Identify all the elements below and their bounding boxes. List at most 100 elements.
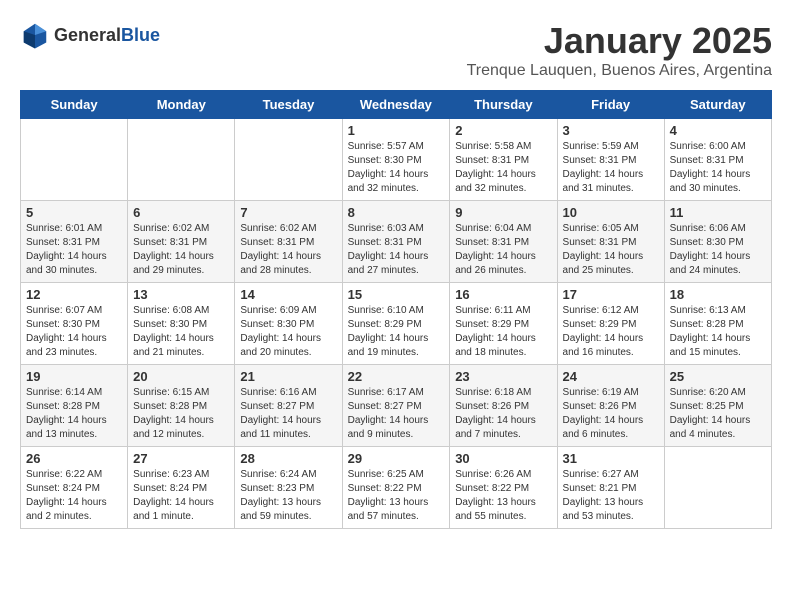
day-info: Sunrise: 6:26 AM Sunset: 8:22 PM Dayligh… xyxy=(455,468,551,524)
day-info: Sunrise: 6:04 AM Sunset: 8:31 PM Dayligh… xyxy=(455,222,551,278)
calendar-cell xyxy=(128,119,235,201)
day-info: Sunrise: 6:07 AM Sunset: 8:30 PM Dayligh… xyxy=(26,304,122,360)
calendar-cell: 3 Sunrise: 5:59 AM Sunset: 8:31 PM Daylig… xyxy=(557,119,664,201)
day-info: Sunrise: 6:17 AM Sunset: 8:27 PM Dayligh… xyxy=(348,386,445,442)
calendar-cell: 2 Sunrise: 5:58 AM Sunset: 8:31 PM Daylig… xyxy=(450,119,557,201)
calendar-cell: 29Sunrise: 6:25 AM Sunset: 8:22 PM Dayli… xyxy=(342,447,450,529)
day-info: Sunrise: 6:05 AM Sunset: 8:31 PM Dayligh… xyxy=(563,222,659,278)
day-info: Sunrise: 6:27 AM Sunset: 8:21 PM Dayligh… xyxy=(563,468,659,524)
day-info: Sunrise: 6:24 AM Sunset: 8:23 PM Dayligh… xyxy=(240,468,336,524)
day-number: 22 xyxy=(348,369,445,384)
day-number: 10 xyxy=(563,205,659,220)
day-info: Sunrise: 6:00 AM Sunset: 8:31 PM Dayligh… xyxy=(670,140,766,196)
weekday-header-thursday: Thursday xyxy=(450,91,557,119)
calendar-cell: 10 Sunrise: 6:05 AM Sunset: 8:31 PM Dayli… xyxy=(557,201,664,283)
day-number: 4 xyxy=(670,123,766,138)
weekday-header-saturday: Saturday xyxy=(664,91,771,119)
day-number: 2 xyxy=(455,123,551,138)
day-number: 13 xyxy=(133,287,229,302)
calendar-cell: 30Sunrise: 6:26 AM Sunset: 8:22 PM Dayli… xyxy=(450,447,557,529)
day-number: 26 xyxy=(26,451,122,466)
day-number: 29 xyxy=(348,451,445,466)
day-number: 7 xyxy=(240,205,336,220)
calendar-week-4: 19 Sunrise: 6:14 AM Sunset: 8:28 PM Dayli… xyxy=(21,365,772,447)
day-number: 28 xyxy=(240,451,336,466)
day-info: Sunrise: 5:58 AM Sunset: 8:31 PM Dayligh… xyxy=(455,140,551,196)
calendar-cell: 21Sunrise: 6:16 AM Sunset: 8:27 PM Dayli… xyxy=(235,365,342,447)
day-info: Sunrise: 5:59 AM Sunset: 8:31 PM Dayligh… xyxy=(563,140,659,196)
calendar-cell xyxy=(235,119,342,201)
calendar-cell: 24 Sunrise: 6:19 AM Sunset: 8:26 PM Dayli… xyxy=(557,365,664,447)
weekday-header-wednesday: Wednesday xyxy=(342,91,450,119)
calendar-cell: 16 Sunrise: 6:11 AM Sunset: 8:29 PM Dayli… xyxy=(450,283,557,365)
day-info: Sunrise: 6:23 AM Sunset: 8:24 PM Dayligh… xyxy=(133,468,229,524)
day-info: Sunrise: 6:20 AM Sunset: 8:25 PM Dayligh… xyxy=(670,386,766,442)
day-number: 1 xyxy=(348,123,445,138)
calendar-week-2: 5Sunrise: 6:01 AM Sunset: 8:31 PM Daylig… xyxy=(21,201,772,283)
day-info: Sunrise: 6:02 AM Sunset: 8:31 PM Dayligh… xyxy=(133,222,229,278)
weekday-header-sunday: Sunday xyxy=(21,91,128,119)
calendar-cell: 28 Sunrise: 6:24 AM Sunset: 8:23 PM Dayli… xyxy=(235,447,342,529)
logo-general: General xyxy=(54,25,121,46)
calendar-cell: 6 Sunrise: 6:02 AM Sunset: 8:31 PM Daylig… xyxy=(128,201,235,283)
calendar-cell: 26 Sunrise: 6:22 AM Sunset: 8:24 PM Dayli… xyxy=(21,447,128,529)
day-number: 27 xyxy=(133,451,229,466)
day-info: Sunrise: 6:02 AM Sunset: 8:31 PM Dayligh… xyxy=(240,222,336,278)
calendar-cell: 13Sunrise: 6:08 AM Sunset: 8:30 PM Dayli… xyxy=(128,283,235,365)
day-number: 12 xyxy=(26,287,122,302)
day-number: 9 xyxy=(455,205,551,220)
title-block: January 2025 Trenque Lauquen, Buenos Air… xyxy=(467,20,772,80)
day-number: 24 xyxy=(563,369,659,384)
month-title: January 2025 xyxy=(467,20,772,62)
day-number: 19 xyxy=(26,369,122,384)
calendar-cell: 18 Sunrise: 6:13 AM Sunset: 8:28 PM Dayli… xyxy=(664,283,771,365)
calendar-cell: 1 Sunrise: 5:57 AM Sunset: 8:30 PM Daylig… xyxy=(342,119,450,201)
day-number: 17 xyxy=(563,287,659,302)
day-number: 3 xyxy=(563,123,659,138)
calendar-cell xyxy=(21,119,128,201)
calendar-cell: 20 Sunrise: 6:15 AM Sunset: 8:28 PM Dayli… xyxy=(128,365,235,447)
day-number: 23 xyxy=(455,369,551,384)
day-number: 6 xyxy=(133,205,229,220)
calendar-cell: 7 Sunrise: 6:02 AM Sunset: 8:31 PM Daylig… xyxy=(235,201,342,283)
calendar-cell: 5Sunrise: 6:01 AM Sunset: 8:31 PM Daylig… xyxy=(21,201,128,283)
day-number: 18 xyxy=(670,287,766,302)
day-number: 8 xyxy=(348,205,445,220)
day-info: Sunrise: 6:19 AM Sunset: 8:26 PM Dayligh… xyxy=(563,386,659,442)
calendar-cell: 11Sunrise: 6:06 AM Sunset: 8:30 PM Dayli… xyxy=(664,201,771,283)
day-info: Sunrise: 6:14 AM Sunset: 8:28 PM Dayligh… xyxy=(26,386,122,442)
day-info: Sunrise: 6:12 AM Sunset: 8:29 PM Dayligh… xyxy=(563,304,659,360)
weekday-header-tuesday: Tuesday xyxy=(235,91,342,119)
calendar-cell: 17 Sunrise: 6:12 AM Sunset: 8:29 PM Dayli… xyxy=(557,283,664,365)
day-number: 31 xyxy=(563,451,659,466)
calendar-cell: 19 Sunrise: 6:14 AM Sunset: 8:28 PM Dayli… xyxy=(21,365,128,447)
calendar-cell: 4 Sunrise: 6:00 AM Sunset: 8:31 PM Daylig… xyxy=(664,119,771,201)
logo: General Blue xyxy=(20,20,160,50)
weekday-header-friday: Friday xyxy=(557,91,664,119)
day-info: Sunrise: 6:15 AM Sunset: 8:28 PM Dayligh… xyxy=(133,386,229,442)
day-info: Sunrise: 6:22 AM Sunset: 8:24 PM Dayligh… xyxy=(26,468,122,524)
day-number: 16 xyxy=(455,287,551,302)
calendar-week-5: 26 Sunrise: 6:22 AM Sunset: 8:24 PM Dayli… xyxy=(21,447,772,529)
day-number: 15 xyxy=(348,287,445,302)
calendar-cell xyxy=(664,447,771,529)
calendar-cell: 8 Sunrise: 6:03 AM Sunset: 8:31 PM Daylig… xyxy=(342,201,450,283)
calendar-cell: 12 Sunrise: 6:07 AM Sunset: 8:30 PM Dayli… xyxy=(21,283,128,365)
day-number: 20 xyxy=(133,369,229,384)
logo-icon xyxy=(20,20,50,50)
day-info: Sunrise: 6:09 AM Sunset: 8:30 PM Dayligh… xyxy=(240,304,336,360)
day-info: Sunrise: 6:13 AM Sunset: 8:28 PM Dayligh… xyxy=(670,304,766,360)
calendar-cell: 27 Sunrise: 6:23 AM Sunset: 8:24 PM Dayli… xyxy=(128,447,235,529)
day-info: Sunrise: 6:03 AM Sunset: 8:31 PM Dayligh… xyxy=(348,222,445,278)
day-info: Sunrise: 6:06 AM Sunset: 8:30 PM Dayligh… xyxy=(670,222,766,278)
day-info: Sunrise: 6:18 AM Sunset: 8:26 PM Dayligh… xyxy=(455,386,551,442)
calendar-cell: 14Sunrise: 6:09 AM Sunset: 8:30 PM Dayli… xyxy=(235,283,342,365)
day-info: Sunrise: 6:01 AM Sunset: 8:31 PM Dayligh… xyxy=(26,222,122,278)
calendar-week-1: 1 Sunrise: 5:57 AM Sunset: 8:30 PM Daylig… xyxy=(21,119,772,201)
calendar-cell: 23 Sunrise: 6:18 AM Sunset: 8:26 PM Dayli… xyxy=(450,365,557,447)
day-info: Sunrise: 6:10 AM Sunset: 8:29 PM Dayligh… xyxy=(348,304,445,360)
day-info: Sunrise: 5:57 AM Sunset: 8:30 PM Dayligh… xyxy=(348,140,445,196)
day-number: 25 xyxy=(670,369,766,384)
calendar-cell: 9 Sunrise: 6:04 AM Sunset: 8:31 PM Daylig… xyxy=(450,201,557,283)
day-info: Sunrise: 6:11 AM Sunset: 8:29 PM Dayligh… xyxy=(455,304,551,360)
